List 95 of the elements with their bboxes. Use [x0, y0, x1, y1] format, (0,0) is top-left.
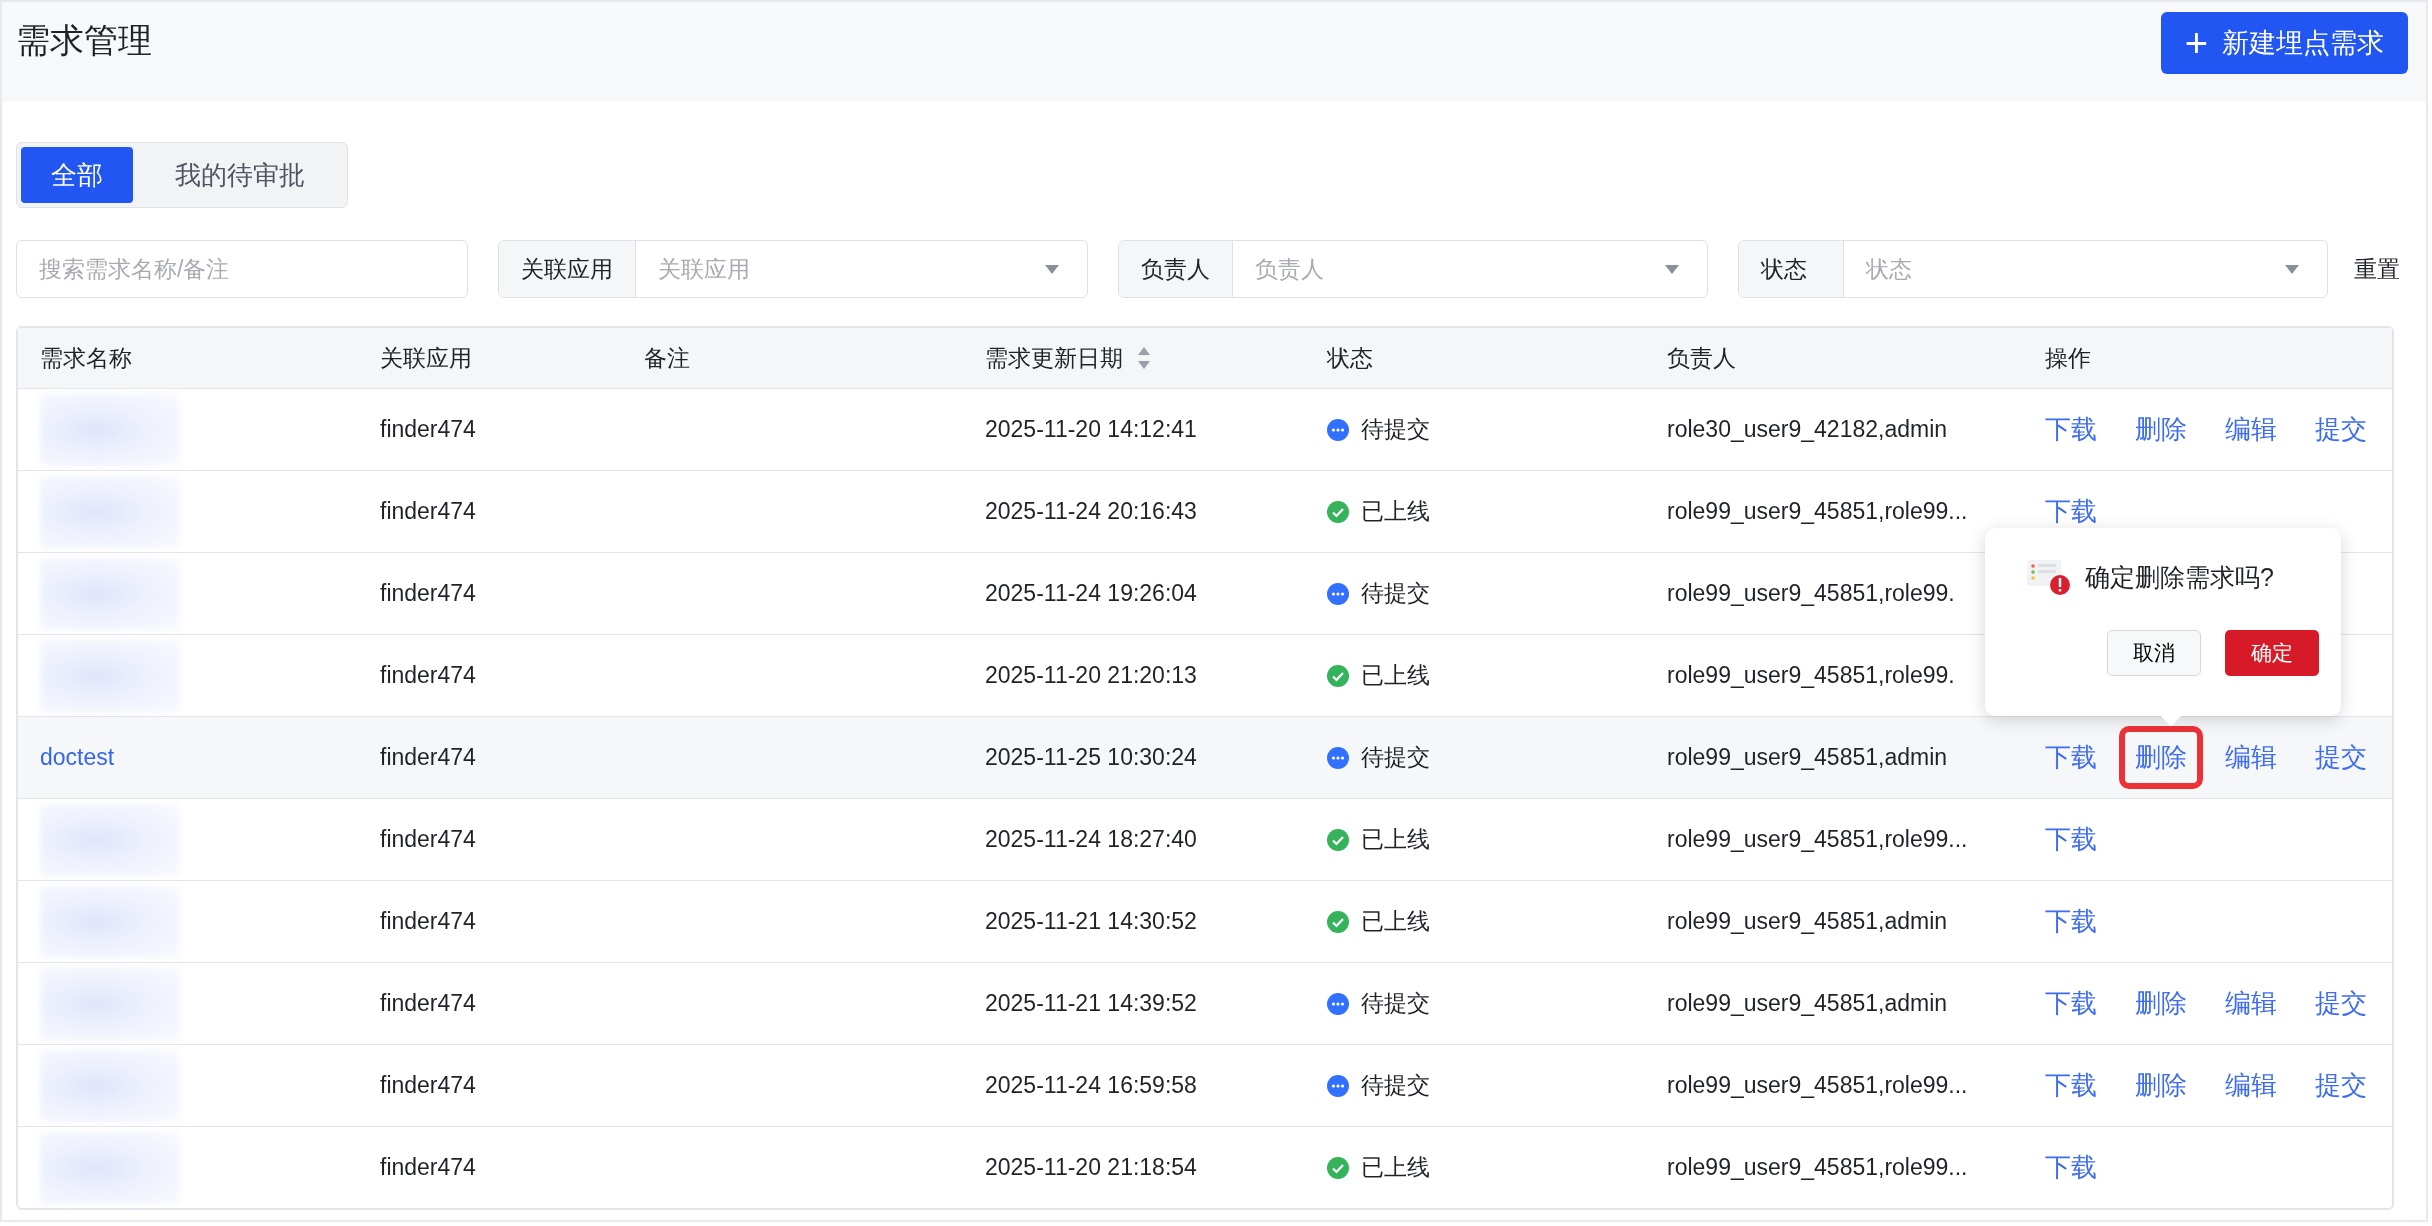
table-cell: finder474 — [380, 498, 476, 525]
action-link[interactable]: 下载 — [2045, 986, 2097, 1021]
column-header: 关联应用 — [380, 343, 472, 373]
cancel-button[interactable]: 取消 — [2107, 630, 2201, 676]
tab[interactable]: 我的待审批 — [137, 147, 343, 203]
column-header: 需求更新日期 — [985, 343, 1123, 373]
table-cell: finder474 — [380, 580, 476, 607]
pending-icon — [1327, 1074, 1349, 1097]
pending-icon — [1327, 992, 1349, 1015]
column-header: 状态 — [1327, 343, 1373, 373]
table-cell: 2025-11-24 16:59:58 — [985, 1072, 1197, 1099]
table-cell: role99_user9_45851,role99... — [1667, 826, 1968, 853]
action-link[interactable]: 下载 — [2045, 822, 2097, 857]
table-cell: finder474 — [380, 990, 476, 1017]
table-cell: role99_user9_45851,admin — [1667, 744, 1948, 771]
table-cell: role99_user9_45851,admin — [1667, 908, 1948, 935]
table-cell: role99_user9_45851,role99. — [1667, 662, 1955, 689]
table-cell: 2025-11-25 10:30:24 — [985, 744, 1197, 771]
table-cell: finder474 — [380, 1154, 476, 1181]
action-link[interactable]: 删除 — [2135, 986, 2187, 1021]
confirm-message: 确定删除需求吗? — [2085, 561, 2274, 593]
filter-select[interactable]: 关联应用 关联应用 — [498, 240, 1088, 298]
column-header: 负责人 — [1667, 343, 1736, 373]
status-text: 已上线 — [1361, 825, 1430, 854]
status-text: 已上线 — [1361, 907, 1430, 936]
action-link[interactable]: 下载 — [2045, 1150, 2097, 1185]
reset-link[interactable]: 重置 — [2354, 253, 2400, 285]
warning-icon — [2025, 558, 2071, 596]
table-cell: 2025-11-20 14:12:41 — [985, 416, 1197, 443]
pending-icon — [1327, 582, 1349, 605]
sort-icon[interactable] — [1137, 347, 1151, 369]
check-icon — [1327, 828, 1349, 851]
caret-icon — [1665, 264, 1679, 274]
confirm-button[interactable]: 确定 — [2225, 630, 2319, 676]
table-cell: finder474 — [380, 416, 476, 443]
status-text: 待提交 — [1361, 989, 1430, 1018]
caret-icon — [1045, 264, 1059, 274]
action-link[interactable]: 下载 — [2045, 904, 2097, 939]
pending-icon — [1327, 746, 1349, 769]
column-header: 需求名称 — [40, 343, 132, 373]
check-icon — [1327, 910, 1349, 933]
action-link[interactable]: 编辑 — [2225, 412, 2277, 447]
table-cell: role99_user9_45851,role99... — [1667, 498, 1968, 525]
action-link[interactable]: 删除 — [2135, 412, 2187, 447]
filter-select[interactable]: 状态 状态 — [1738, 240, 2328, 298]
table-cell: finder474 — [380, 908, 476, 935]
action-link[interactable]: 编辑 — [2225, 1068, 2277, 1103]
action-link[interactable]: 下载 — [2045, 740, 2097, 775]
action-link[interactable]: 提交 — [2315, 1068, 2367, 1103]
action-link[interactable]: 下载 — [2045, 412, 2097, 447]
table-cell: finder474 — [380, 1072, 476, 1099]
action-link[interactable]: 提交 — [2315, 986, 2367, 1021]
column-header: 操作 — [2045, 343, 2091, 373]
table-cell: 2025-11-24 19:26:04 — [985, 580, 1197, 607]
table-cell: 2025-11-24 20:16:43 — [985, 498, 1197, 525]
new-requirement-button[interactable]: + 新建埋点需求 — [2160, 12, 2408, 74]
table-cell: role99_user9_45851,role99. — [1667, 580, 1955, 607]
status-text: 待提交 — [1361, 743, 1430, 772]
action-link[interactable]: 删除 — [2135, 1068, 2187, 1103]
table-cell: 2025-11-21 14:39:52 — [985, 990, 1197, 1017]
status-text: 待提交 — [1361, 579, 1430, 608]
table-cell: 2025-11-20 21:20:13 — [985, 662, 1197, 689]
table-cell: 2025-11-24 18:27:40 — [985, 826, 1197, 853]
table-cell: role99_user9_45851,role99... — [1667, 1154, 1968, 1181]
table-cell: role30_user9_42182,admin — [1667, 416, 1948, 443]
action-link[interactable]: 下载 — [2045, 494, 2097, 529]
status-text: 已上线 — [1361, 1153, 1430, 1182]
status-text: 待提交 — [1361, 415, 1430, 444]
check-icon — [1327, 664, 1349, 687]
status-text: 已上线 — [1361, 661, 1430, 690]
table-cell: role99_user9_45851,admin — [1667, 990, 1948, 1017]
check-icon — [1327, 1156, 1349, 1179]
table-cell: role99_user9_45851,role99... — [1667, 1072, 1968, 1099]
table-cell: 2025-11-21 14:30:52 — [985, 908, 1197, 935]
status-text: 已上线 — [1361, 497, 1430, 526]
caret-icon — [2285, 264, 2299, 274]
column-header: 备注 — [644, 343, 690, 373]
action-link[interactable]: 提交 — [2315, 412, 2367, 447]
action-link[interactable]: 删除 — [2119, 726, 2203, 789]
table-cell: finder474 — [380, 744, 476, 771]
action-link[interactable]: 下载 — [2045, 1068, 2097, 1103]
tab[interactable]: 全部 — [21, 147, 133, 203]
requirement-link[interactable]: doctest — [40, 744, 115, 771]
page-title: 需求管理 — [16, 20, 152, 61]
table-cell: finder474 — [380, 826, 476, 853]
action-link[interactable]: 提交 — [2315, 740, 2367, 775]
table-cell: finder474 — [380, 662, 476, 689]
action-link[interactable]: 编辑 — [2225, 740, 2277, 775]
status-text: 待提交 — [1361, 1071, 1430, 1100]
pending-icon — [1327, 418, 1349, 441]
table-cell: 2025-11-20 21:18:54 — [985, 1154, 1197, 1181]
filter-select[interactable]: 负责人 负责人 — [1118, 240, 1708, 298]
check-icon — [1327, 500, 1349, 523]
action-link[interactable]: 编辑 — [2225, 986, 2277, 1021]
search-field[interactable]: 搜索需求名称/备注 — [16, 240, 468, 298]
